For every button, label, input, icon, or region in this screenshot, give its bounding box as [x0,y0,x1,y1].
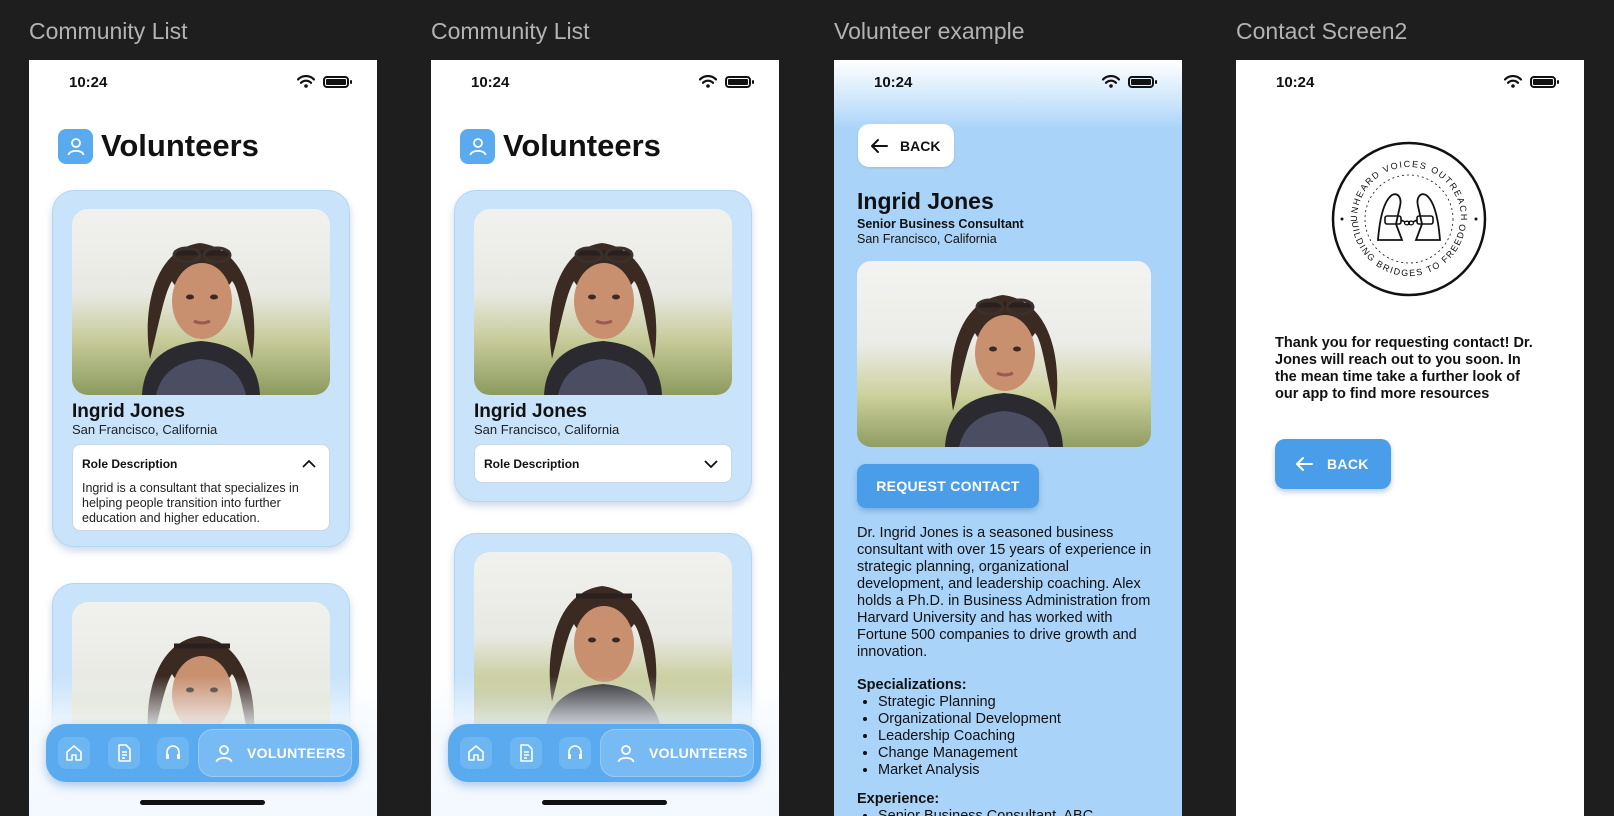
list-item: Change Management [878,745,1061,762]
nav-volunteers-tab[interactable]: VOLUNTEERS [198,729,352,777]
list-item: Leadership Coaching [878,728,1061,745]
nav-volunteers-tab[interactable]: VOLUNTEERS [600,729,754,777]
role-description-accordion[interactable]: Role Description [474,444,732,483]
volunteer-photo [72,209,330,395]
person-icon [215,745,233,763]
arrow-left-icon [871,138,888,153]
list-item: Senior Business Consultant, ABC [878,808,1093,816]
document-icon [118,744,131,762]
nav-support-button[interactable] [157,737,189,769]
status-bar: 10:24 [834,60,1182,108]
frame-title-contact-screen: Contact Screen2 [1236,18,1408,44]
volunteer-name: Ingrid Jones [474,401,587,422]
back-button[interactable]: BACK [1275,439,1391,489]
page-header: Volunteers [58,128,259,164]
status-bar: 10:24 [1236,60,1584,108]
volunteer-location: San Francisco, California [857,232,997,246]
chevron-down-icon[interactable] [701,454,721,474]
status-bar: 10:24 [29,60,377,108]
nav-support-button[interactable] [559,737,591,769]
back-button-label: BACK [1327,456,1369,472]
status-time: 10:24 [1276,74,1315,91]
nav-documents-button[interactable] [510,737,542,769]
home-icon [66,745,82,761]
status-time: 10:24 [471,74,510,91]
battery-icon [1128,75,1157,88]
volunteer-card[interactable]: Ingrid Jones San Francisco, California R… [454,190,752,502]
bottom-nav: VOLUNTEERS [46,724,359,782]
volunteer-location: San Francisco, California [474,422,620,437]
wifi-icon [1504,75,1522,88]
volunteer-card[interactable]: Ingrid Jones San Francisco, California R… [52,190,350,547]
phone-community-list-collapsed: 10:24 Volunteers Ingrid Jones San Franci… [431,60,779,816]
volunteer-name: Ingrid Jones [72,401,185,422]
headset-icon [568,745,582,759]
document-icon [520,744,533,762]
volunteer-photo [857,261,1151,447]
phone-contact-screen: 10:24 UNHEARD VOICES OUTREACH BUILDING B… [1236,60,1584,816]
experience-heading: Experience: [857,791,940,807]
headset-icon [166,745,180,759]
volunteer-bio: Dr. Ingrid Jones is a seasoned business … [857,525,1152,660]
specializations-list: Strategic Planning Organizational Develo… [878,694,1061,779]
list-item: Organizational Development [878,711,1061,728]
wifi-icon [1102,75,1120,88]
bottom-nav: VOLUNTEERS [448,724,761,782]
list-item: Strategic Planning [878,694,1061,711]
unheard-voices-outreach-logo: UNHEARD VOICES OUTREACH BUILDING BRIDGES… [1330,140,1487,297]
frame-title-community-list-1: Community List [29,18,188,44]
home-indicator [140,800,265,805]
role-description-heading: Role Description [484,457,580,471]
nav-volunteers-label: VOLUNTEERS [247,745,346,761]
frame-title-volunteer-example: Volunteer example [834,18,1025,44]
battery-icon [725,75,754,88]
phone-volunteer-detail: 10:24 BACK Ingrid Jones Senior Business … [834,60,1182,816]
wifi-icon [699,75,717,88]
battery-icon [323,75,352,88]
nav-home-button[interactable] [58,737,90,769]
volunteer-photo [474,209,732,395]
nav-volunteers-label: VOLUNTEERS [649,745,748,761]
home-indicator [542,800,667,805]
nav-documents-button[interactable] [108,737,140,769]
arrow-left-icon [1296,457,1313,471]
request-contact-button[interactable]: REQUEST CONTACT [857,464,1039,508]
volunteer-role: Senior Business Consultant [857,217,1024,231]
chevron-up-icon[interactable] [299,454,319,474]
role-description-text: Ingrid is a consultant that specializes … [82,481,299,525]
role-description-accordion[interactable]: Role Description Ingrid is a consultant … [72,444,330,531]
volunteer-location: San Francisco, California [72,422,218,437]
home-icon [468,745,484,761]
experience-list: Senior Business Consultant, ABC [878,808,1093,816]
page-header: Volunteers [460,128,661,164]
phone-community-list-expanded: 10:24 Volunteers Ingrid Jones San Franci… [29,60,377,816]
page-title: Volunteers [503,128,661,163]
back-button[interactable]: BACK [858,124,954,167]
frame-title-community-list-2: Community List [431,18,590,44]
nav-home-button[interactable] [460,737,492,769]
page-title: Volunteers [101,128,259,163]
list-item: Market Analysis [878,762,1061,779]
person-icon [58,128,93,164]
status-time: 10:24 [69,74,108,91]
back-button-label: BACK [900,137,941,154]
contact-confirmation-message: Thank you for requesting contact! Dr. Jo… [1275,335,1533,402]
volunteer-name: Ingrid Jones [857,188,994,214]
person-icon [617,745,635,763]
status-bar: 10:24 [431,60,779,108]
wifi-icon [297,75,315,88]
person-icon [460,128,495,164]
status-time: 10:24 [874,74,913,91]
battery-icon [1530,75,1559,88]
specializations-heading: Specializations: [857,677,967,693]
role-description-heading: Role Description [82,457,178,471]
